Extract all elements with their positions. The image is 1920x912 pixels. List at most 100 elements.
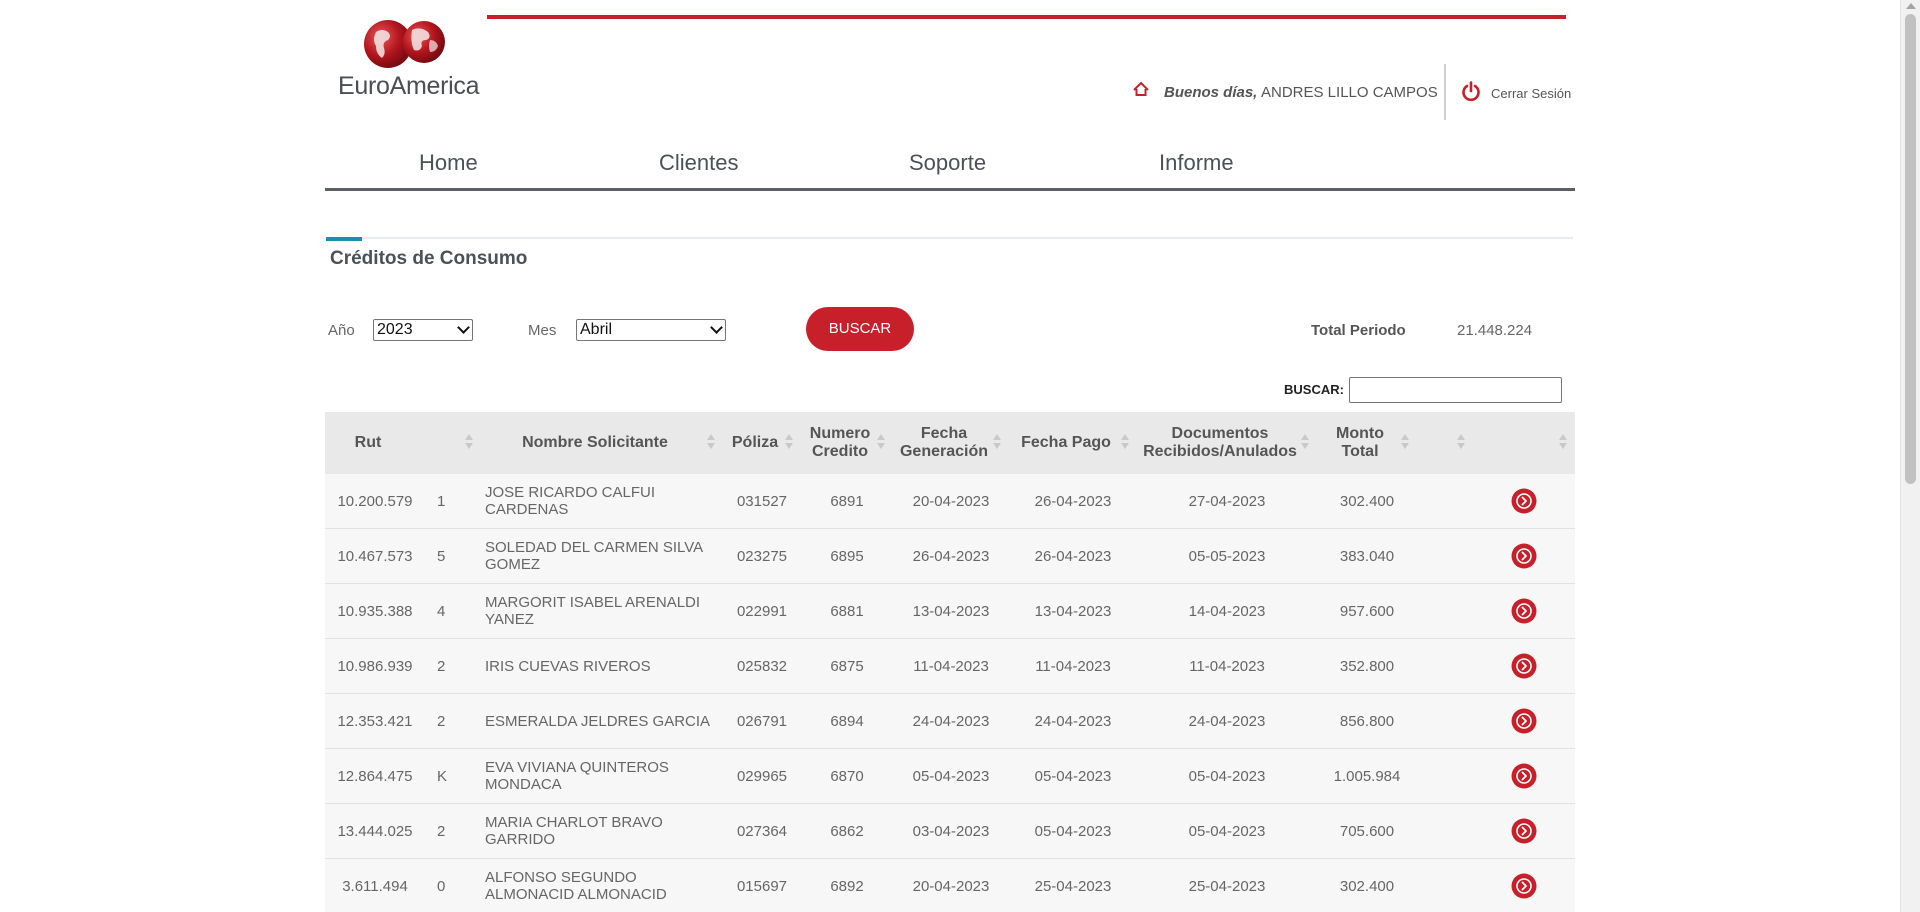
cell-name: IRIS CUEVAS RIVEROS — [481, 638, 723, 694]
sort-icon — [707, 434, 715, 450]
year-select-value: 2023 — [377, 321, 413, 338]
cell-name: JOSE RICARDO CALFUI CARDENAS — [481, 474, 723, 529]
table-row[interactable]: 12.353.421 2 ESMERALDA JELDRES GARCIA 02679… — [325, 693, 1575, 749]
chevron-right-circle-icon[interactable] — [1511, 543, 1537, 569]
cell-rut: 12.864.475 — [325, 748, 425, 804]
cell-dv: 0 — [425, 858, 481, 912]
cell-numero-credito: 6892 — [801, 858, 893, 912]
month-select[interactable]: Abril — [576, 319, 726, 341]
chevron-right-circle-icon[interactable] — [1511, 763, 1537, 789]
cell-numero-credito: 6894 — [801, 693, 893, 749]
cell-monto-total: 856.800 — [1317, 693, 1417, 749]
column-header-extra[interactable] — [1417, 412, 1473, 474]
column-header-poliza[interactable]: Póliza — [723, 412, 801, 474]
table-row[interactable]: 10.467.573 5 SOLEDAD DEL CARMEN SILVA GOME… — [325, 528, 1575, 584]
cell-extra — [1417, 693, 1473, 749]
column-header-action[interactable] — [1473, 412, 1575, 474]
header-divider — [1444, 64, 1446, 120]
table-row[interactable]: 10.935.388 4 MARGORIT ISABEL ARENALDI YANE… — [325, 583, 1575, 639]
cell-numero-credito: 6875 — [801, 638, 893, 694]
sort-icon — [1457, 434, 1465, 450]
cell-poliza: 023275 — [723, 528, 801, 584]
cell-action — [1473, 858, 1575, 912]
cell-documentos: 11-04-2023 — [1137, 638, 1317, 694]
table-row[interactable]: 10.200.579 1 JOSE RICARDO CALFUI CARDENAS 0… — [325, 474, 1575, 529]
user-name: ANDRES LILLO CAMPOS — [1261, 84, 1438, 101]
cell-rut: 10.200.579 — [325, 474, 425, 529]
cell-monto-total: 1.005.984 — [1317, 748, 1417, 804]
page-title: Créditos de Consumo — [330, 248, 528, 269]
section-accent — [326, 237, 362, 241]
table-row[interactable]: 12.864.475 K EVA VIVIANA QUINTEROS MONDACA… — [325, 748, 1575, 804]
column-header-numero-credito[interactable]: Numero Credito — [801, 412, 893, 474]
cell-numero-credito: 6862 — [801, 803, 893, 859]
sort-icon — [1559, 434, 1567, 450]
chevron-right-circle-icon[interactable] — [1511, 873, 1537, 899]
chevron-right-circle-icon[interactable] — [1511, 708, 1537, 734]
cell-poliza: 022991 — [723, 583, 801, 639]
cell-action — [1473, 638, 1575, 694]
sort-icon — [1401, 434, 1409, 450]
column-header-rut[interactable]: Rut — [325, 412, 425, 474]
cell-rut: 10.986.939 — [325, 638, 425, 694]
chevron-right-circle-icon[interactable] — [1511, 598, 1537, 624]
scroll-up-icon[interactable] — [1906, 3, 1916, 9]
chevron-right-circle-icon[interactable] — [1511, 488, 1537, 514]
euroamerica-logo[interactable]: EuroAmerica — [336, 18, 486, 108]
cell-name: MARGORIT ISABEL ARENALDI YANEZ — [481, 583, 723, 639]
chevron-right-circle-icon[interactable] — [1511, 818, 1537, 844]
cell-action — [1473, 803, 1575, 859]
cell-extra — [1417, 803, 1473, 859]
cell-dv: 2 — [425, 693, 481, 749]
nav-item-informe[interactable]: Informe — [1159, 150, 1234, 176]
cell-fecha-generacion: 13-04-2023 — [893, 583, 1009, 639]
brand-name: EuroAmerica — [338, 72, 480, 100]
cell-dv: 1 — [425, 474, 481, 529]
section-divider — [326, 237, 1573, 241]
month-label: Mes — [528, 322, 557, 339]
cell-extra — [1417, 528, 1473, 584]
cell-monto-total: 302.400 — [1317, 858, 1417, 912]
table-search-input[interactable] — [1349, 377, 1562, 403]
cell-rut: 3.611.494 — [325, 858, 425, 912]
cell-monto-total: 352.800 — [1317, 638, 1417, 694]
column-header-dv[interactable] — [425, 412, 481, 474]
table-body: 10.200.579 1 JOSE RICARDO CALFUI CARDENAS 0… — [325, 474, 1575, 912]
column-header-monto-total[interactable]: Monto Total — [1317, 412, 1417, 474]
cell-fecha-pago: 13-04-2023 — [1009, 583, 1137, 639]
nav-item-soporte[interactable]: Soporte — [909, 150, 986, 176]
total-period-value: 21.448.224 — [1457, 322, 1533, 339]
cell-action — [1473, 474, 1575, 529]
cell-fecha-pago: 26-04-2023 — [1009, 528, 1137, 584]
cell-rut: 12.353.421 — [325, 693, 425, 749]
cell-documentos: 25-04-2023 — [1137, 858, 1317, 912]
cell-dv: 5 — [425, 528, 481, 584]
cell-name: ALFONSO SEGUNDO ALMONACID ALMONACID — [481, 858, 723, 912]
home-icon[interactable] — [1130, 79, 1152, 101]
cell-poliza: 031527 — [723, 474, 801, 529]
column-header-documentos[interactable]: Documentos Recibidos/Anulados — [1137, 412, 1317, 474]
nav-item-clientes[interactable]: Clientes — [659, 150, 738, 176]
column-header-fecha-generacion[interactable]: Fecha Generación — [893, 412, 1009, 474]
search-button[interactable]: BUSCAR — [806, 307, 914, 351]
nav-item-home[interactable]: Home — [419, 150, 478, 176]
year-label: Año — [328, 322, 355, 339]
cell-fecha-generacion: 26-04-2023 — [893, 528, 1009, 584]
cell-fecha-generacion: 11-04-2023 — [893, 638, 1009, 694]
cell-action — [1473, 748, 1575, 804]
year-select[interactable]: 2023 — [373, 319, 473, 341]
scrollbar-thumb[interactable] — [1905, 14, 1916, 484]
column-header-nombre[interactable]: Nombre Solicitante — [481, 412, 723, 474]
column-header-fecha-pago[interactable]: Fecha Pago — [1009, 412, 1137, 474]
table-row[interactable]: 13.444.025 2 MARIA CHARLOT BRAVO GARRIDO 02… — [325, 803, 1575, 859]
logout-label: Cerrar Sesión — [1491, 86, 1572, 101]
power-icon — [1462, 81, 1480, 102]
vertical-scrollbar[interactable] — [1900, 0, 1920, 912]
cell-documentos: 05-04-2023 — [1137, 748, 1317, 804]
table-row[interactable]: 3.611.494 0 ALFONSO SEGUNDO ALMONACID ALMO… — [325, 858, 1575, 912]
table-row[interactable]: 10.986.939 2 IRIS CUEVAS RIVEROS 025832 6875… — [325, 638, 1575, 694]
cell-name: ESMERALDA JELDRES GARCIA — [481, 693, 723, 749]
cell-name: MARIA CHARLOT BRAVO GARRIDO — [481, 803, 723, 859]
cell-fecha-pago: 11-04-2023 — [1009, 638, 1137, 694]
chevron-right-circle-icon[interactable] — [1511, 653, 1537, 679]
